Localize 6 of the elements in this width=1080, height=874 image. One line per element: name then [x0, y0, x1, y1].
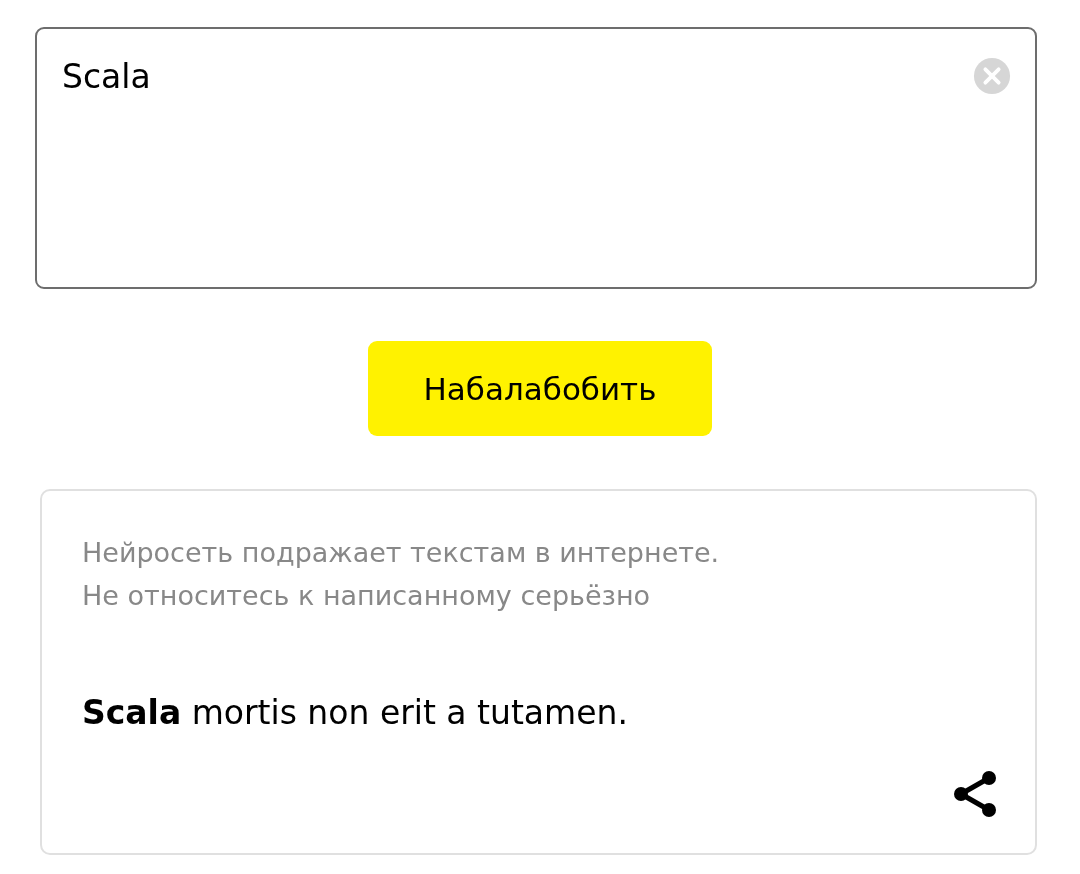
share-icon[interactable]: [951, 769, 999, 819]
text-input[interactable]: Scala: [37, 29, 1035, 287]
result-text: Scala mortis non erit a tutamen.: [82, 693, 629, 732]
generate-button[interactable]: Набалабобить: [368, 341, 712, 436]
disclaimer-text: Нейросеть подражает текстам в интернете.: [82, 536, 721, 570]
disclaimer-text: Не относитесь к написанному серьёзно: [82, 579, 652, 613]
